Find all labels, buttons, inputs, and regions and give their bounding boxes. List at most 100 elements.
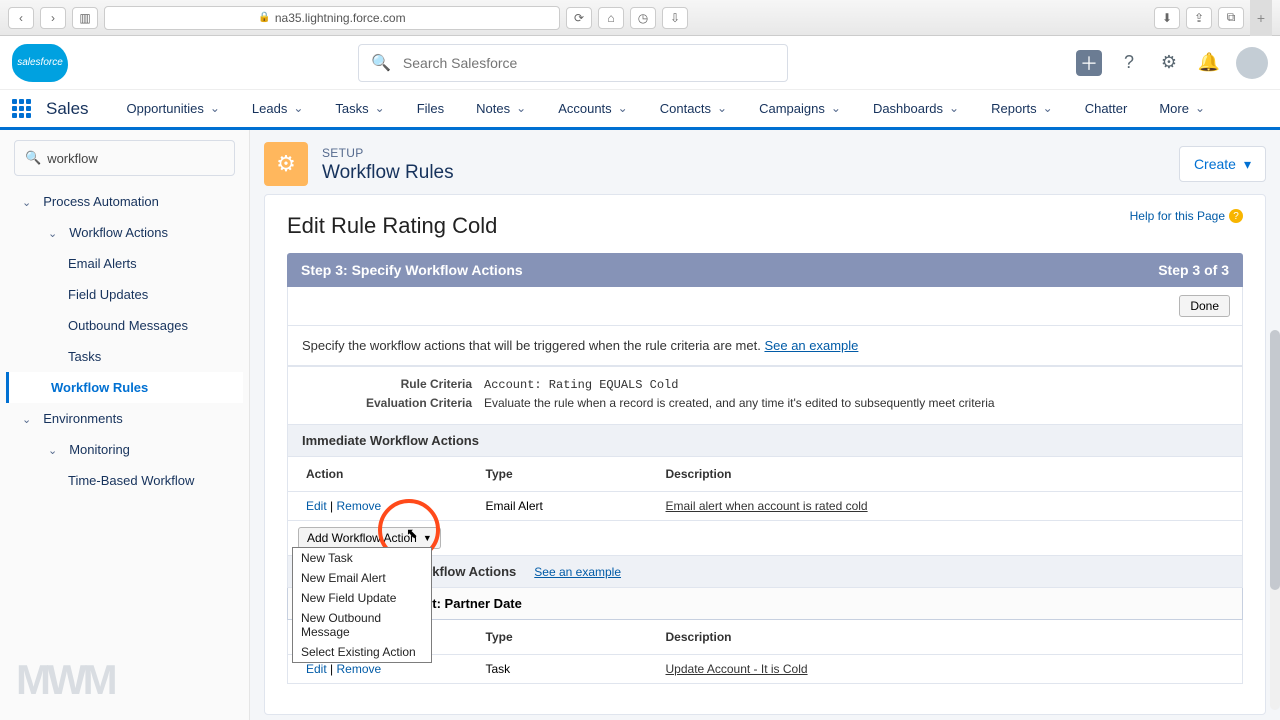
done-button[interactable]: Done bbox=[1179, 295, 1230, 317]
nav-accounts[interactable]: Accounts bbox=[542, 90, 644, 127]
search-icon: 🔍 bbox=[371, 53, 391, 73]
nav-tasks[interactable]: Tasks bbox=[319, 90, 400, 127]
app-nav: Sales Opportunities Leads Tasks Files No… bbox=[0, 90, 1280, 130]
chevron-down-icon: ▾ bbox=[1244, 156, 1251, 173]
col-description: Description bbox=[648, 457, 1243, 492]
url-text: na35.lightning.force.com bbox=[275, 11, 406, 25]
nav-notes[interactable]: Notes bbox=[460, 90, 542, 127]
forward-button[interactable]: › bbox=[40, 7, 66, 29]
lock-icon: 🔒 bbox=[258, 12, 270, 23]
eval-criteria-label: Evaluation Criteria bbox=[302, 396, 472, 410]
remove-link[interactable]: Remove bbox=[336, 499, 381, 513]
help-icon[interactable]: ? bbox=[1116, 50, 1142, 76]
sidebar-search[interactable]: 🔍 workflow bbox=[14, 140, 235, 176]
row-description[interactable]: Email alert when account is rated cold bbox=[666, 499, 868, 513]
app-name: Sales bbox=[46, 99, 89, 119]
page-title: Edit Rule Rating Cold bbox=[287, 213, 1243, 239]
chevron-down-icon: ▼ bbox=[423, 533, 432, 543]
search-icon: 🔍 bbox=[25, 150, 41, 166]
nav-leads[interactable]: Leads bbox=[236, 90, 319, 127]
table-row: Edit | Remove Email Alert Email alert wh… bbox=[288, 492, 1243, 521]
history-button[interactable]: ◷ bbox=[630, 7, 656, 29]
app-launcher-icon[interactable] bbox=[12, 99, 32, 119]
col-type: Type bbox=[468, 457, 648, 492]
nav-more[interactable]: More bbox=[1143, 90, 1221, 127]
menu-new-field-update[interactable]: New Field Update bbox=[293, 588, 431, 608]
col-type: Type bbox=[468, 620, 648, 655]
tree-outbound-messages[interactable]: Outbound Messages bbox=[6, 310, 243, 341]
edit-link[interactable]: Edit bbox=[306, 499, 327, 513]
nav-opportunities[interactable]: Opportunities bbox=[111, 90, 236, 127]
help-link[interactable]: Help for this Page? bbox=[1130, 209, 1243, 223]
help-icon: ? bbox=[1229, 209, 1243, 223]
setup-gear-icon: ⚙ bbox=[264, 142, 308, 186]
setup-title: Workflow Rules bbox=[322, 162, 454, 184]
nav-dashboards[interactable]: Dashboards bbox=[857, 90, 975, 127]
menu-select-existing[interactable]: Select Existing Action bbox=[293, 642, 431, 662]
nav-files[interactable]: Files bbox=[401, 90, 460, 127]
salesforce-logo: salesforce bbox=[12, 44, 68, 82]
row-description[interactable]: Update Account - It is Cold bbox=[666, 662, 808, 676]
step-header: Step 3: Specify Workflow Actions Step 3 … bbox=[287, 253, 1243, 287]
new-tab-button[interactable]: + bbox=[1250, 0, 1272, 36]
tabs-icon[interactable]: ⧉ bbox=[1218, 7, 1244, 29]
url-bar[interactable]: 🔒 na35.lightning.force.com bbox=[104, 6, 560, 30]
share-icon[interactable]: ⇪ bbox=[1186, 7, 1212, 29]
tree-process-automation[interactable]: Process Automation bbox=[6, 186, 243, 217]
menu-new-task[interactable]: New Task bbox=[293, 548, 431, 568]
reload-button[interactable]: ⟳ bbox=[566, 7, 592, 29]
browser-toolbar: ‹ › ▥ 🔒 na35.lightning.force.com ⟳ ⌂ ◷ ⇩… bbox=[0, 0, 1280, 36]
back-button[interactable]: ‹ bbox=[8, 7, 34, 29]
tree-environments[interactable]: Environments bbox=[6, 403, 243, 434]
immediate-actions-table: Action Type Description Edit | Remove Em… bbox=[287, 457, 1243, 521]
global-search[interactable]: 🔍 bbox=[358, 44, 788, 82]
setup-label: SETUP bbox=[322, 146, 364, 160]
avatar[interactable] bbox=[1236, 47, 1268, 79]
nav-chatter[interactable]: Chatter bbox=[1069, 90, 1144, 127]
tree-workflow-rules[interactable]: Workflow Rules bbox=[6, 372, 243, 403]
tree-tasks[interactable]: Tasks bbox=[6, 341, 243, 372]
global-add-icon[interactable]: ＋ bbox=[1076, 50, 1102, 76]
create-button[interactable]: Create▾ bbox=[1179, 146, 1266, 182]
rule-criteria-label: Rule Criteria bbox=[302, 377, 472, 392]
download-circle-icon[interactable]: ⬇ bbox=[1154, 7, 1180, 29]
tree-field-updates[interactable]: Field Updates bbox=[6, 279, 243, 310]
menu-new-outbound-message[interactable]: New Outbound Message bbox=[293, 608, 431, 642]
tree-email-alerts[interactable]: Email Alerts bbox=[6, 248, 243, 279]
remove-link[interactable]: Remove bbox=[336, 662, 381, 676]
add-action-menu: New Task New Email Alert New Field Updat… bbox=[292, 547, 432, 663]
scrollbar[interactable] bbox=[1270, 330, 1280, 710]
tree-workflow-actions[interactable]: Workflow Actions bbox=[6, 217, 243, 248]
sidebar-toggle[interactable]: ▥ bbox=[72, 7, 98, 29]
setup-sidebar: 🔍 workflow Process Automation Workflow A… bbox=[0, 130, 250, 720]
menu-new-email-alert[interactable]: New Email Alert bbox=[293, 568, 431, 588]
col-action: Action bbox=[288, 457, 468, 492]
tree-monitoring[interactable]: Monitoring bbox=[6, 434, 243, 465]
add-workflow-action-button[interactable]: Add Workflow Action▼ bbox=[298, 527, 441, 549]
content-area: ⚙ SETUP Workflow Rules Create▾ Edit Rule… bbox=[250, 130, 1280, 720]
nav-reports[interactable]: Reports bbox=[975, 90, 1069, 127]
immediate-actions-header: Immediate Workflow Actions bbox=[287, 425, 1243, 457]
search-input[interactable] bbox=[403, 55, 775, 71]
nav-contacts[interactable]: Contacts bbox=[644, 90, 743, 127]
see-example-link-2[interactable]: See an example bbox=[534, 565, 621, 579]
nav-campaigns[interactable]: Campaigns bbox=[743, 90, 857, 127]
eval-criteria-value: Evaluate the rule when a record is creat… bbox=[484, 396, 995, 410]
downloads-button[interactable]: ⇩ bbox=[662, 7, 688, 29]
rule-criteria-value: Account: Rating EQUALS Cold bbox=[484, 377, 678, 392]
tree-time-based-workflow[interactable]: Time-Based Workflow bbox=[6, 465, 243, 496]
see-example-link[interactable]: See an example bbox=[764, 338, 858, 353]
cursor-icon: ⬉ bbox=[406, 525, 418, 542]
scrollbar-thumb[interactable] bbox=[1270, 330, 1280, 590]
edit-link[interactable]: Edit bbox=[306, 662, 327, 676]
instruction-text: Specify the workflow actions that will b… bbox=[287, 326, 1243, 366]
gear-icon[interactable]: ⚙ bbox=[1156, 50, 1182, 76]
salesforce-header: salesforce 🔍 ＋ ? ⚙ 🔔 bbox=[0, 36, 1280, 90]
col-description: Description bbox=[648, 620, 1243, 655]
home-button[interactable]: ⌂ bbox=[598, 7, 624, 29]
row-type: Email Alert bbox=[468, 492, 648, 521]
notifications-icon[interactable]: 🔔 bbox=[1196, 50, 1222, 76]
main-panel: Edit Rule Rating Cold Help for this Page… bbox=[264, 194, 1266, 715]
row-type: Task bbox=[468, 655, 648, 684]
sidebar-search-value: workflow bbox=[47, 151, 98, 166]
